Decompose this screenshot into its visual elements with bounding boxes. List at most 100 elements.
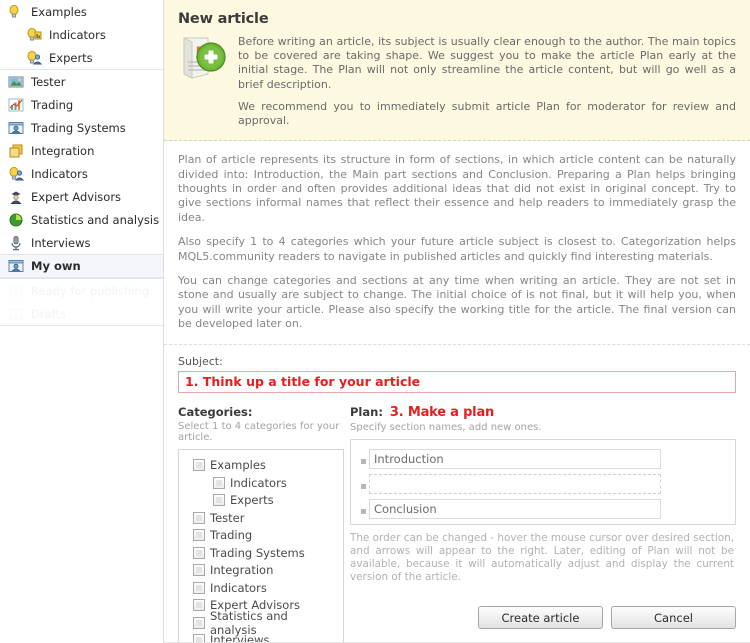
plan-hint: Specify section names, add new ones. [350,421,542,433]
sidebar-item-label: Trading [31,97,74,112]
categories-label: Categories: [178,404,253,419]
tester-picture-icon [8,74,24,90]
sidebar-item-label: Indicators [49,27,106,42]
category-label: Trading Systems [210,545,305,560]
checkbox-icon[interactable] [193,546,205,559]
create-article-button[interactable]: Create article [478,606,603,629]
checkbox-icon[interactable] [193,616,205,629]
banner-paragraphs: Before writing an article, its subject i… [234,32,736,128]
sidebar-item-experts[interactable]: Experts [0,46,163,69]
sidebar-group: Tester Trading Trading Systems Integration I… [0,70,163,279]
sidebar-item-trading-systems[interactable]: Trading Systems [0,116,163,139]
sidebar-item-label: Trading Systems [31,120,126,135]
category-label: Trading [210,528,253,543]
intro-paragraph: You can change categories and sections a… [178,274,736,331]
plan-section-input[interactable] [369,498,661,519]
category-label: Indicators [230,475,287,490]
category-row[interactable]: Indicators [193,474,337,492]
intro-paragraph: Plan of article represents its structure… [178,153,736,224]
category-row[interactable]: Trading Systems [193,544,337,562]
checkbox-icon[interactable] [193,564,205,577]
sidebar-item-integration[interactable]: Integration [0,139,163,162]
sidebar-item-indicators[interactable]: Indicators [0,162,163,185]
pie-chart-icon [8,212,24,228]
plan-section-input[interactable] [369,448,661,469]
categories-column: Categories: Select 1 to 4 categories for… [178,405,344,643]
drag-handle-icon[interactable] [357,499,369,518]
checkbox-icon[interactable] [213,494,225,507]
main-content: New article 5 [164,0,750,643]
sidebar-group: Ready for publishing Drafts [0,279,163,326]
intro-text: Plan of article represents its structure… [164,141,750,345]
category-row[interactable]: Trading [193,527,337,545]
sidebar-item-label: Ready for publishing [31,283,150,298]
categories-hint: Select 1 to 4 categories for your articl… [178,420,340,443]
experts-bulb-icon [26,50,42,66]
checkbox-icon[interactable] [193,529,205,542]
category-label: Integration [210,563,274,578]
indicator-bulb-icon [26,27,42,43]
my-own-icon [8,258,24,274]
step-3-annotation: 3. Make a plan [389,404,495,420]
sidebar-item-label: Examples [31,4,87,19]
sidebar-item-trading[interactable]: Trading [0,93,163,116]
subject-label: Subject: [178,354,223,368]
sidebar: Examples Indicators Experts Tester Trading Tr… [0,0,164,643]
category-label: Experts [230,493,274,508]
sidebar-item-examples[interactable]: Examples [0,0,163,23]
ready-icon [8,283,24,299]
sidebar-item-ready-for-publishing[interactable]: Ready for publishing [0,279,163,302]
sidebar-item-label: Expert Advisors [31,189,122,204]
lightbulb-icon [8,4,24,20]
sidebar-item-interviews[interactable]: Interviews [0,231,163,254]
category-row[interactable]: Experts [193,492,337,510]
sidebar-item-label: Tester [31,74,66,89]
microphone-icon [8,235,24,251]
info-banner: New article 5 [164,0,750,142]
sidebar-item-drafts[interactable]: Drafts [0,302,163,325]
checkbox-icon[interactable] [193,599,205,612]
drag-handle-icon[interactable] [357,449,369,468]
new-article-page: Examples Indicators Experts Tester Trading Tr… [0,0,750,643]
category-label: Tester [210,510,245,525]
cancel-button[interactable]: Cancel [611,606,736,629]
integration-windows-icon [8,143,24,159]
sidebar-item-expert-advisors[interactable]: Expert Advisors [0,185,163,208]
plan-section-row [357,448,725,469]
page-title: New article [178,11,269,27]
form-actions: Create article Cancel [478,606,736,629]
category-row[interactable]: Integration [193,562,337,580]
plan-note: The order can be changed - hover the mou… [350,531,734,583]
sidebar-item-label: Interviews [31,235,91,250]
sidebar-item-indicators[interactable]: Indicators [0,23,163,46]
trading-chart-icon [8,97,24,113]
plan-label-text: Plan: [350,404,383,419]
sidebar-item-statistics-and-analysis[interactable]: Statistics and analysis [0,208,163,231]
categories-list: Examples Indicators Experts Tester Trading Tr… [178,448,344,643]
category-row[interactable]: Tester [193,509,337,527]
new-article-document-icon: 5 [178,32,234,86]
category-row[interactable]: Statistics and analysis [193,609,337,637]
checkbox-icon[interactable] [193,581,205,594]
sidebar-item-label: Drafts [31,306,66,321]
category-row[interactable]: Indicators [193,579,337,597]
checkbox-icon[interactable] [213,476,225,489]
checkbox-icon[interactable] [193,511,205,524]
sidebar-item-label: Integration [31,143,95,158]
sidebar-item-label: My own [31,259,81,273]
sidebar-item-my-own[interactable]: My own [0,254,163,278]
category-label: Examples [210,458,266,473]
sidebar-item-label: Statistics and analysis [31,212,160,227]
trading-systems-icon [8,120,24,136]
intro-paragraph: Also specify 1 to 4 categories which you… [178,235,736,263]
checkbox-icon[interactable] [193,459,205,472]
subject-input[interactable] [178,370,736,393]
category-row[interactable]: Examples [193,457,337,475]
expert-advisor-person-icon [8,189,24,205]
plan-section-row [357,473,725,494]
plan-label: Plan: 3. Make a plan [350,405,736,420]
plan-section-input[interactable] [369,473,661,494]
drag-handle-icon[interactable] [357,474,369,493]
sidebar-item-tester[interactable]: Tester [0,70,163,93]
plan-sections-box [350,438,736,525]
